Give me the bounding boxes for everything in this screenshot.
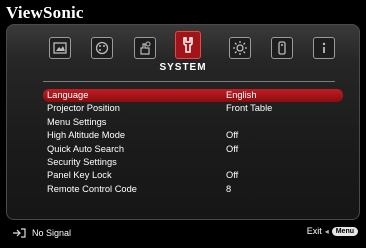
tab-bar: SYSTEM xyxy=(7,25,359,81)
menu-item-language[interactable]: Language English xyxy=(43,89,343,103)
tab-picture[interactable] xyxy=(49,37,71,59)
menu-item-value: Off xyxy=(226,170,239,181)
exit-text: Exit xyxy=(306,226,322,236)
exit-hint: Exit ◂ Menu xyxy=(307,226,358,236)
tab-advanced[interactable] xyxy=(229,37,251,59)
tab-color[interactable] xyxy=(91,37,113,59)
status-bar: No Signal Exit ◂ Menu xyxy=(0,224,366,244)
menu-item-label: Projector Position xyxy=(47,103,120,114)
menu-item-label: Remote Control Code xyxy=(47,183,137,194)
source-status: No Signal xyxy=(12,228,71,238)
menu-item-value: Front Table xyxy=(226,103,273,114)
menu-item-security-settings[interactable]: Security Settings xyxy=(43,156,343,169)
menu-item-remote-control-code[interactable]: Remote Control Code 8 xyxy=(43,183,343,196)
menu-item-label: High Altitude Mode xyxy=(47,130,126,141)
tab-information[interactable] xyxy=(313,37,335,59)
menu-item-menu-settings[interactable]: Menu Settings xyxy=(43,116,343,129)
brand-logo: ViewSonic xyxy=(6,3,84,22)
osd-panel: SYSTEM Language English Projector Positi… xyxy=(6,24,360,220)
tab-basic[interactable] xyxy=(134,37,156,59)
menu-item-label: Quick Auto Search xyxy=(47,143,124,154)
wrench-icon xyxy=(183,37,193,53)
menu-list: Language English Projector Position Fron… xyxy=(43,89,343,196)
menu-item-projector-position[interactable]: Projector Position Front Table xyxy=(43,102,343,115)
hand-settings-icon xyxy=(140,41,151,55)
menu-item-high-altitude-mode[interactable]: High Altitude Mode Off xyxy=(43,129,343,142)
remote-icon xyxy=(278,41,286,55)
arrow-left-icon: ◂ xyxy=(324,226,329,236)
menu-item-label: Menu Settings xyxy=(47,116,107,127)
input-source-icon xyxy=(13,228,26,238)
gear-icon xyxy=(233,41,247,55)
color-palette-icon xyxy=(95,41,109,55)
divider xyxy=(43,81,335,82)
menu-item-label: Language xyxy=(47,90,89,100)
selected-tab-label: SYSTEM xyxy=(159,62,207,73)
tab-remote[interactable] xyxy=(271,37,293,59)
menu-item-value: English xyxy=(226,90,257,100)
menu-item-value: Off xyxy=(226,143,239,154)
signal-status-text: No Signal xyxy=(32,228,72,238)
info-icon xyxy=(322,42,326,53)
menu-item-value: Off xyxy=(226,130,239,141)
menu-item-value: 8 xyxy=(226,183,232,194)
menu-item-panel-key-lock[interactable]: Panel Key Lock Off xyxy=(43,169,343,182)
menu-item-label: Panel Key Lock xyxy=(47,170,112,181)
menu-button[interactable]: Menu xyxy=(331,226,358,236)
menu-item-quick-auto-search[interactable]: Quick Auto Search Off xyxy=(43,143,343,156)
tab-system[interactable] xyxy=(175,31,201,59)
picture-icon xyxy=(53,42,67,54)
menu-item-label: Security Settings xyxy=(47,156,117,167)
